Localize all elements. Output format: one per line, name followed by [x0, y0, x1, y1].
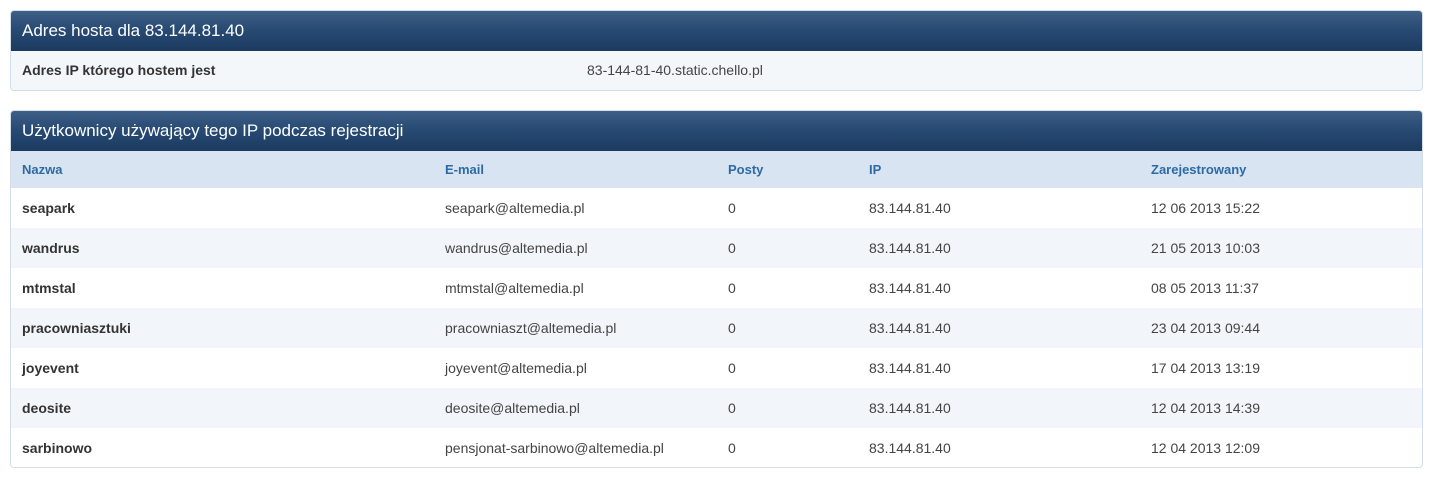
user-ip: 83.144.81.40 — [869, 240, 951, 256]
table-header-row: Nazwa E-mail Posty IP Zarejestrowany — [11, 151, 1422, 188]
user-registered: 17 04 2013 13:19 — [1151, 360, 1260, 376]
host-value: 83-144-81-40.static.chello.pl — [587, 62, 763, 78]
user-ip: 83.144.81.40 — [869, 400, 951, 416]
user-posts: 0 — [728, 439, 736, 456]
column-header-posts[interactable]: Posty — [717, 151, 858, 188]
table-row: joyevent joyevent@altemedia.pl 0 83.144.… — [11, 348, 1422, 388]
user-registered: 12 04 2013 12:09 — [1151, 439, 1260, 456]
user-email: pensjonat-sarbinowo@altemedia.pl — [445, 439, 664, 456]
user-email: joyevent@altemedia.pl — [445, 360, 587, 376]
user-posts: 0 — [728, 400, 736, 416]
user-ip: 83.144.81.40 — [869, 360, 951, 376]
user-ip: 83.144.81.40 — [869, 280, 951, 296]
user-ip: 83.144.81.40 — [869, 439, 951, 456]
column-header-registered[interactable]: Zarejestrowany — [1140, 151, 1422, 188]
table-row: wandrus wandrus@altemedia.pl 0 83.144.81… — [11, 228, 1422, 268]
table-row: mtmstal mtmstal@altemedia.pl 0 83.144.81… — [11, 268, 1422, 308]
user-name[interactable]: joyevent — [11, 348, 434, 388]
user-registered: 21 05 2013 10:03 — [1151, 240, 1260, 256]
host-panel-title: Adres hosta dla 83.144.81.40 — [11, 11, 1422, 51]
user-registered: 08 05 2013 11:37 — [1151, 280, 1259, 296]
table-row: seapark seapark@altemedia.pl 0 83.144.81… — [11, 188, 1422, 228]
user-posts: 0 — [728, 240, 736, 256]
user-name[interactable]: mtmstal — [11, 268, 434, 308]
table-row: sarbinowo pensjonat-sarbinowo@altemedia.… — [11, 428, 1422, 467]
user-registered: 12 06 2013 15:22 — [1151, 200, 1260, 216]
user-posts: 0 — [728, 200, 736, 216]
user-email: pracowniaszt@altemedia.pl — [445, 320, 617, 336]
user-registered: 23 04 2013 09:44 — [1151, 320, 1260, 336]
user-name[interactable]: seapark — [11, 188, 434, 228]
user-email: deosite@altemedia.pl — [445, 400, 580, 416]
table-row: deosite deosite@altemedia.pl 0 83.144.81… — [11, 388, 1422, 428]
user-ip: 83.144.81.40 — [869, 320, 951, 336]
user-name[interactable]: deosite — [11, 388, 434, 428]
user-registered: 12 04 2013 14:39 — [1151, 400, 1260, 416]
column-header-email[interactable]: E-mail — [434, 151, 717, 188]
user-posts: 0 — [728, 280, 736, 296]
user-email: mtmstal@altemedia.pl — [445, 280, 584, 296]
users-panel-title: Użytkownicy używający tego IP podczas re… — [11, 111, 1422, 151]
user-posts: 0 — [728, 320, 736, 336]
host-panel: Adres hosta dla 83.144.81.40 Adres IP kt… — [10, 10, 1423, 91]
user-posts: 0 — [728, 360, 736, 376]
user-name[interactable]: wandrus — [11, 228, 434, 268]
table-row: pracowniasztuki pracowniaszt@altemedia.p… — [11, 308, 1422, 348]
column-header-name[interactable]: Nazwa — [11, 151, 434, 188]
column-header-ip[interactable]: IP — [858, 151, 1140, 188]
user-email: wandrus@altemedia.pl — [445, 240, 588, 256]
user-email: seapark@altemedia.pl — [445, 200, 585, 216]
host-label: Adres IP którego hostem jest — [22, 62, 216, 78]
host-row: Adres IP którego hostem jest 83-144-81-4… — [11, 51, 1422, 90]
user-name[interactable]: sarbinowo — [11, 428, 434, 467]
users-panel: Użytkownicy używający tego IP podczas re… — [10, 110, 1423, 468]
users-table: Nazwa E-mail Posty IP Zarejestrowany sea… — [11, 151, 1422, 467]
user-ip: 83.144.81.40 — [869, 200, 951, 216]
user-name[interactable]: pracowniasztuki — [11, 308, 434, 348]
